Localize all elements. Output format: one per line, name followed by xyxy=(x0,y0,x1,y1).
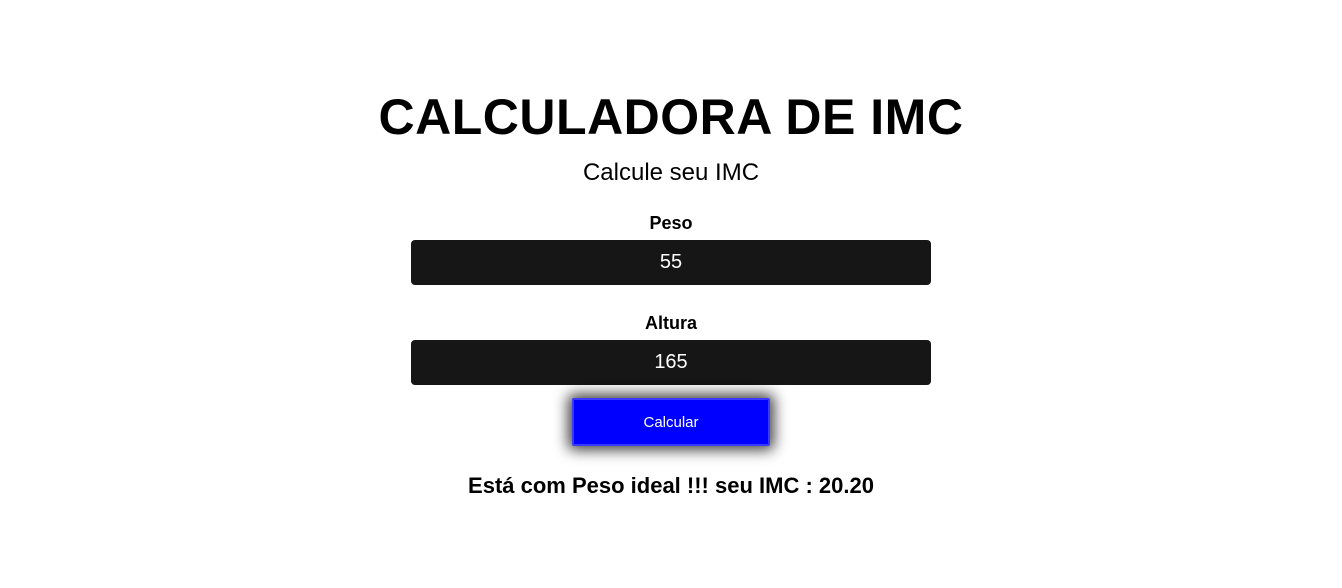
peso-input[interactable] xyxy=(411,240,931,285)
page-subtitle: Calcule seu IMC xyxy=(582,159,760,186)
altura-label: Altura xyxy=(644,313,697,333)
peso-label: Peso xyxy=(649,213,693,233)
altura-input[interactable] xyxy=(411,340,931,385)
calculate-button[interactable]: Calcular xyxy=(572,398,770,446)
result-text: Está com Peso ideal !!! seu IMC : 20.20 xyxy=(468,473,874,498)
imc-form: Peso Altura Calcular xyxy=(411,212,931,446)
page-title: CALCULADORA DE IMC xyxy=(378,89,964,145)
page: CALCULADORA DE IMC Calcule seu IMC Peso … xyxy=(0,0,1342,588)
